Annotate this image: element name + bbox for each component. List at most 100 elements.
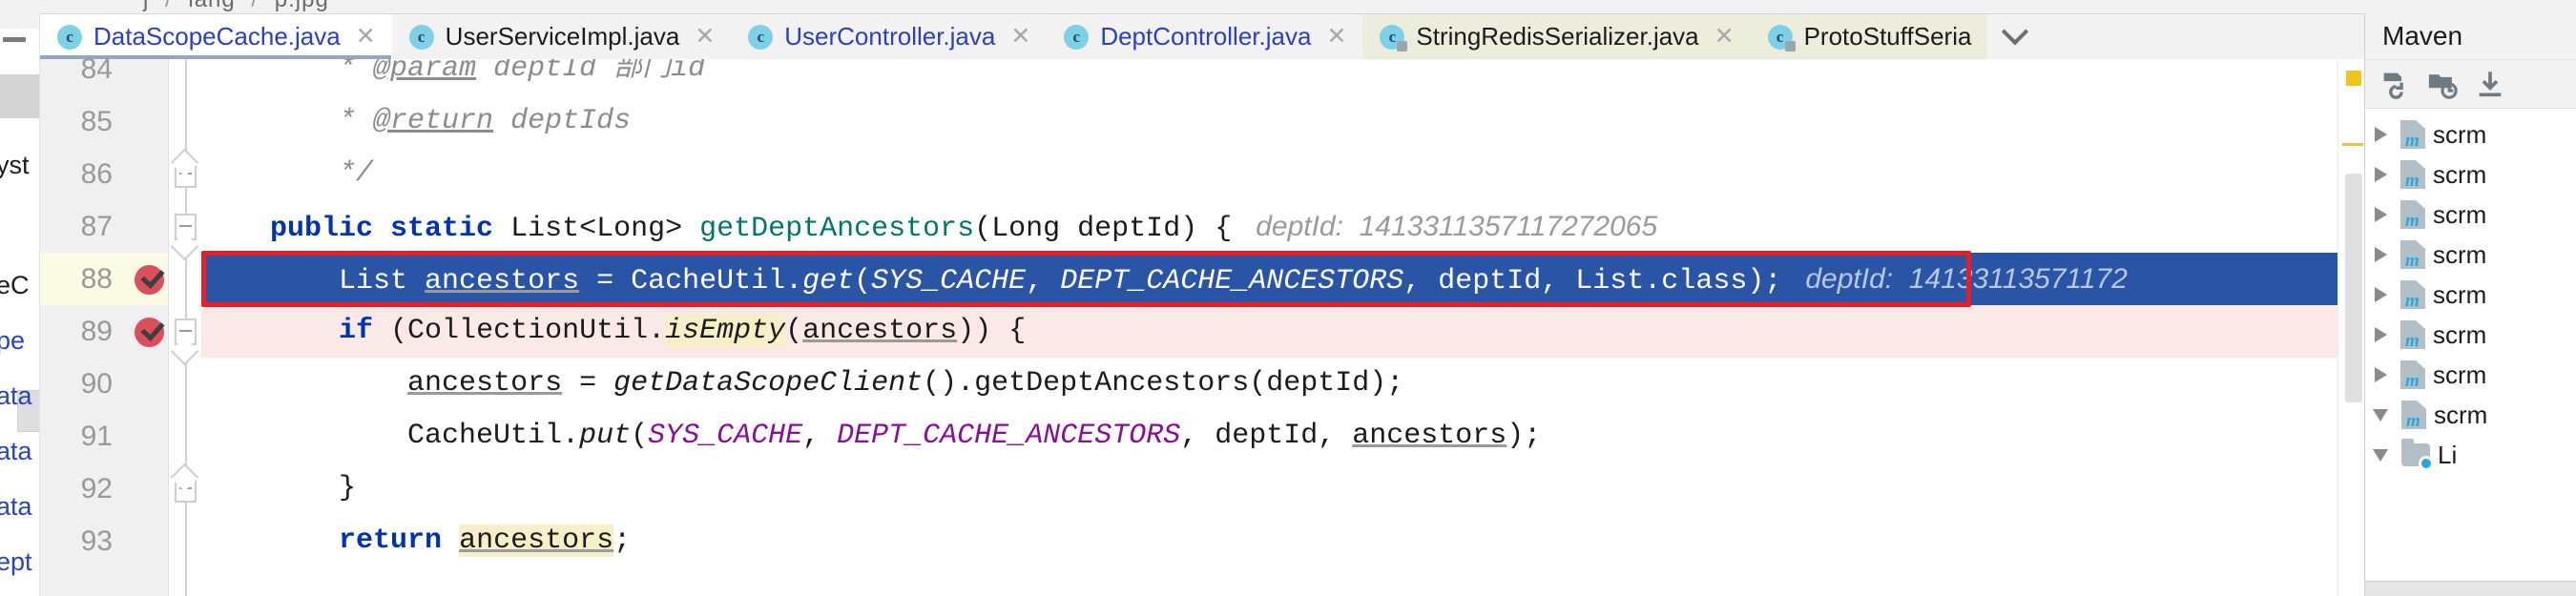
editor-tab-1[interactable]: c UserServiceImpl.java ✕ — [391, 14, 732, 59]
maven-tree-label: scrm — [2433, 159, 2487, 189]
fold-collapse-icon[interactable] — [175, 319, 197, 345]
code-token: get — [802, 265, 855, 298]
maven-tree-row[interactable]: m scrm — [2365, 235, 2576, 275]
maven-title: Maven — [2365, 13, 2576, 59]
code-line-84[interactable]: * @param deptId 部门id — [201, 59, 2337, 95]
gutter-row[interactable]: 90 — [40, 358, 168, 410]
code-line-86[interactable]: */ — [201, 148, 2337, 200]
fold-end-icon[interactable] — [175, 161, 197, 188]
fold-collapse-icon[interactable] — [175, 214, 197, 240]
gutter-row[interactable]: 84 — [40, 43, 168, 95]
gutter-row[interactable]: 89 — [40, 305, 168, 358]
editor-body: 84 85 86 87 88 89 90 91 92 93 * @param deptId 部门i… — [40, 53, 2364, 596]
code-token: ().getDeptAncestors(deptId); — [923, 367, 1404, 400]
hidden-tree-item-6[interactable]: ept — [0, 549, 32, 575]
chevron-down-icon[interactable] — [2373, 408, 2388, 421]
generate-sources-icon[interactable] — [2426, 68, 2459, 100]
code-area[interactable]: * @param deptId 部门id * @return deptIds *… — [201, 59, 2337, 596]
tab-overflow-button[interactable] — [1987, 14, 2044, 59]
code-token: * — [201, 105, 374, 137]
hidden-tree-item-1[interactable]: eC — [0, 273, 30, 298]
hidden-tree-item-0[interactable]: yst — [0, 153, 30, 178]
editor-gutter[interactable]: 84 85 86 87 88 89 90 91 92 93 — [40, 53, 169, 596]
maven-tree-row[interactable]: m scrm — [2365, 395, 2576, 435]
chevron-right-icon[interactable] — [2375, 127, 2387, 142]
maven-tree-row[interactable]: m scrm — [2365, 195, 2576, 235]
java-class-readonly-icon: c — [1380, 24, 1408, 51]
gutter-row[interactable]: 86 — [40, 148, 168, 200]
chevron-right-icon[interactable] — [2375, 207, 2387, 222]
chevron-right-icon[interactable] — [2375, 327, 2387, 342]
maven-tree-row[interactable]: m scrm — [2365, 315, 2576, 355]
code-line-85[interactable]: * @return deptIds — [201, 95, 2337, 148]
maven-m-badge: m — [2405, 211, 2420, 231]
hidden-tree-item-5[interactable]: ata — [0, 494, 32, 520]
close-icon[interactable]: ✕ — [695, 25, 715, 49]
breadcrumb-separator: / — [242, 0, 267, 12]
change-marker[interactable] — [2342, 143, 2363, 146]
breakpoint-verified-icon[interactable] — [135, 318, 164, 347]
code-token: ; — [613, 524, 632, 557]
close-icon[interactable]: ✕ — [1010, 25, 1030, 49]
breadcrumb-item-2[interactable]: p.jpg — [275, 0, 329, 12]
code-line-90[interactable]: ancestors = getDataScopeClient().getDept… — [201, 358, 2337, 410]
editor-column: c DataScopeCache.java ✕ c UserServiceImpl.ja… — [40, 13, 2364, 596]
code-line-87[interactable]: public static List<Long> getDeptAncestor… — [201, 200, 2337, 253]
editor-tab-5[interactable]: c ProtoStuffSeria — [1750, 14, 1988, 59]
chevron-right-icon[interactable] — [2375, 367, 2387, 382]
maven-tree-row[interactable]: m scrm — [2365, 114, 2576, 154]
maven-tree-row[interactable]: m scrm — [2365, 154, 2576, 195]
line-number: 86 — [80, 158, 113, 190]
code-line-88[interactable]: List ancestors = CacheUtil.get(SYS_CACHE… — [201, 253, 2337, 305]
code-line-89[interactable]: if (CollectionUtil.isEmpty(ancestors)) { — [201, 305, 2337, 358]
hidden-tree-item-3[interactable]: ata — [0, 383, 32, 409]
collapse-panel-icon[interactable] — [3, 37, 26, 42]
breadcrumb-item-1[interactable]: lang — [188, 0, 235, 12]
code-line-91[interactable]: CacheUtil.put(SYS_CACHE, DEPT_CACHE_ANCE… — [201, 410, 2337, 462]
maven-toolbar[interactable] — [2365, 59, 2576, 109]
editor-tab-3[interactable]: c DeptController.java ✕ — [1047, 14, 1363, 59]
editor-tab-2[interactable]: c UserController.java ✕ — [731, 14, 1048, 59]
breadcrumb[interactable]: j / lang / p.jpg — [143, 0, 329, 13]
code-line-93[interactable]: return ancestors; — [201, 515, 2337, 567]
maven-module-icon: m — [2401, 401, 2426, 431]
code-token: @return — [373, 105, 494, 137]
gutter-row[interactable]: 91 — [40, 410, 168, 462]
inspection-marker-gutter[interactable] — [2337, 59, 2364, 596]
breadcrumb-item-0[interactable]: j — [143, 0, 149, 12]
chevron-right-icon[interactable] — [2375, 167, 2387, 182]
close-icon[interactable]: ✕ — [1714, 25, 1735, 49]
hidden-tree-item-2[interactable]: pe — [0, 328, 25, 354]
download-sources-icon[interactable] — [2474, 68, 2506, 100]
code-token: ancestors — [802, 315, 958, 347]
gutter-row[interactable]: 93 — [40, 515, 168, 567]
editor-tab-4[interactable]: c StringRedisSerializer.java ✕ — [1362, 14, 1751, 59]
inlay-hint: deptId: 14133113571172 — [1781, 263, 2128, 295]
gutter-row[interactable]: 87 — [40, 200, 168, 253]
editor-scrollbar-thumb[interactable] — [2345, 174, 2362, 402]
code-line-92[interactable]: } — [201, 462, 2337, 515]
maven-tree-row[interactable]: Li — [2365, 435, 2576, 475]
gutter-row[interactable]: 92 — [40, 462, 168, 515]
code-token: ancestors — [407, 367, 563, 400]
fold-end-icon[interactable] — [175, 476, 197, 503]
close-icon[interactable]: ✕ — [1326, 25, 1346, 49]
hidden-tree-item-4[interactable]: ata — [0, 439, 32, 464]
chevron-right-icon[interactable] — [2375, 287, 2387, 302]
maven-tree-row[interactable]: m scrm — [2365, 275, 2576, 315]
editor-tab-bar[interactable]: c DataScopeCache.java ✕ c UserServiceImpl.ja… — [40, 13, 2364, 59]
maven-project-tree[interactable]: m scrm m scrm m scrm m scrm m scrm m scrm m scrm m scrm… — [2365, 109, 2576, 581]
gutter-row[interactable]: 85 — [40, 95, 168, 148]
chevron-right-icon[interactable] — [2375, 247, 2387, 262]
maven-tree-row[interactable]: m scrm — [2365, 355, 2576, 395]
chevron-down-icon[interactable] — [2373, 448, 2388, 462]
warning-marker[interactable] — [2346, 71, 2361, 86]
gutter-row[interactable]: 88 — [40, 253, 168, 305]
code-folding-rail[interactable] — [169, 59, 201, 596]
breakpoint-verified-icon[interactable] — [135, 265, 164, 295]
reload-all-projects-icon[interactable] — [2379, 68, 2411, 100]
close-icon[interactable]: ✕ — [356, 25, 376, 49]
